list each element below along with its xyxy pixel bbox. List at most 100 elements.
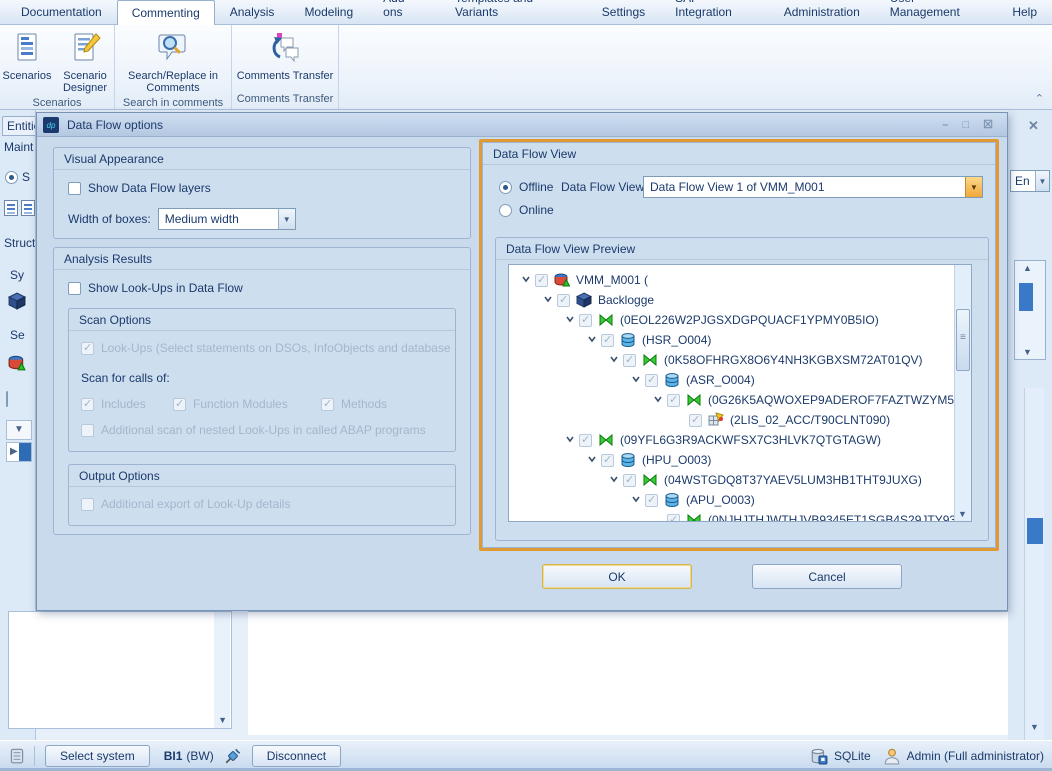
online-radio-row[interactable]: Online	[499, 203, 554, 217]
tree-checkbox[interactable]	[601, 454, 614, 467]
show-lookups-checkbox[interactable]	[68, 282, 81, 295]
background-checkbox[interactable]	[6, 392, 8, 406]
offline-radio-row[interactable]: Offline	[499, 180, 553, 194]
expander-chevron-icon[interactable]	[627, 373, 645, 387]
expander-chevron-icon[interactable]	[605, 353, 623, 367]
expander-chevron-icon[interactable]	[561, 433, 579, 447]
chevron-down-icon[interactable]: ▼	[278, 209, 295, 229]
menu-tab-add-ons[interactable]: Add-ons	[368, 0, 440, 24]
scroll-thumb[interactable]	[1027, 518, 1043, 544]
show-data-flow-layers-checkbox[interactable]	[68, 182, 81, 195]
expander-chevron-icon[interactable]	[583, 453, 601, 467]
group-title: Data Flow View	[483, 143, 995, 165]
tree-checkbox[interactable]	[579, 434, 592, 447]
online-radio[interactable]	[499, 204, 512, 217]
width-of-boxes-combobox[interactable]: Medium width ▼	[158, 208, 296, 230]
expander-chevron-icon[interactable]	[583, 333, 601, 347]
selected-row[interactable]: ▶	[6, 442, 32, 462]
scroll-thumb[interactable]	[1019, 283, 1033, 311]
scroll-down-icon[interactable]: ▼	[958, 509, 967, 519]
scenario-designer-button[interactable]: Scenario Designer	[56, 29, 114, 97]
tree-row[interactable]: Backlogge	[509, 290, 954, 310]
tree-checkbox[interactable]	[601, 334, 614, 347]
scroll-thumb[interactable]	[956, 309, 970, 371]
preview-scrollbar[interactable]: ▼	[954, 265, 971, 521]
tree-checkbox[interactable]	[623, 354, 636, 367]
search-replace-in-comments-button[interactable]: Search/Replace in Comments	[115, 29, 231, 97]
document-icon[interactable]	[21, 200, 35, 216]
tree-checkbox[interactable]	[645, 374, 658, 387]
chevron-down-icon[interactable]: ▼	[965, 177, 982, 197]
disconnect-button[interactable]: Disconnect	[252, 745, 341, 767]
tree-checkbox[interactable]	[623, 474, 636, 487]
tree-checkbox[interactable]	[667, 394, 680, 407]
menu-tab-sap-integration[interactable]: SAP Integration	[660, 0, 769, 24]
tree-checkbox[interactable]	[535, 274, 548, 287]
tree-row[interactable]: (0NJHJTHJWTHJVB9345ET1SGB4S29JTY93)	[509, 510, 954, 522]
dialog-title-bar[interactable]: dp Data Flow options – □ ☒	[37, 113, 1007, 137]
tree-checkbox[interactable]	[667, 514, 680, 523]
tree-row[interactable]: (HPU_O003)	[509, 450, 954, 470]
analysis-results-group: Analysis Results Show Look-Ups in Data F…	[53, 247, 471, 535]
close-icon[interactable]: ✕	[1028, 118, 1039, 134]
chevron-down-icon[interactable]: ▼	[1035, 171, 1049, 191]
tree-row[interactable]: (0G26K5AQWOXEP9ADEROF7FAZTWZYM51M)	[509, 390, 954, 410]
expander-chevron-icon[interactable]	[539, 293, 557, 307]
comments-transfer-button[interactable]: Comments Transfer	[232, 29, 338, 84]
menu-tab-settings[interactable]: Settings	[587, 0, 660, 24]
show-lookups-row[interactable]: Show Look-Ups in Data Flow	[68, 281, 243, 295]
tree-row[interactable]: (0EOL226W2PJGSXDGPQUACF1YPMY0B5IO)	[509, 310, 954, 330]
tree-row[interactable]: (HSR_O004)	[509, 330, 954, 350]
tree-row[interactable]: (0K58OFHRGX8O6Y4NH3KGBXSM72AT01QV)	[509, 350, 954, 370]
menu-tab-documentation[interactable]: Documentation	[6, 0, 117, 24]
tree-checkbox[interactable]	[579, 314, 592, 327]
expander-chevron-icon[interactable]	[561, 313, 579, 327]
menu-tab-templates-and-variants[interactable]: Templates and Variants	[440, 0, 587, 24]
tree-row[interactable]: (09YFL6G3R9ACKWFSX7C3HLVK7QTGTAGW)	[509, 430, 954, 450]
background-radio[interactable]	[5, 171, 18, 184]
background-radio-row[interactable]: S	[5, 170, 30, 184]
menu-tab-administration[interactable]: Administration	[769, 0, 875, 24]
background-tab-entities[interactable]: Entitie	[2, 116, 36, 136]
menu-tab-user-management[interactable]: User Management	[875, 0, 998, 24]
select-system-button[interactable]: Select system	[45, 745, 150, 767]
show-data-flow-layers-row[interactable]: Show Data Flow layers	[68, 181, 211, 195]
scrollbar-track[interactable]	[214, 612, 230, 728]
scroll-down-icon[interactable]: ▼	[1030, 722, 1039, 732]
language-combobox[interactable]: En ▼	[1010, 170, 1050, 192]
expander-chevron-icon[interactable]	[605, 473, 623, 487]
tree-checkbox[interactable]	[557, 294, 570, 307]
tree-row[interactable]: (ASR_O004)	[509, 370, 954, 390]
scroll-up-icon[interactable]: ▲	[1023, 263, 1032, 273]
ribbon-button-label: Scenario Designer	[59, 70, 111, 95]
tree-row[interactable]: VMM_M001 (	[509, 270, 954, 290]
background-scrollbar[interactable]: ▼	[1024, 388, 1044, 740]
tree-row[interactable]: (APU_O003)	[509, 490, 954, 510]
ribbon-collapse-icon[interactable]: ⌃	[1035, 92, 1044, 105]
restore-icon[interactable]: □	[962, 118, 969, 132]
expander-chevron-icon[interactable]	[517, 273, 535, 287]
cancel-button[interactable]: Cancel	[752, 564, 902, 589]
scenarios-button[interactable]: Scenarios	[0, 29, 54, 84]
close-icon[interactable]: ☒	[983, 118, 993, 132]
scroll-down-icon[interactable]: ▼	[1023, 347, 1032, 357]
filter-row[interactable]: ▼	[6, 420, 32, 440]
checkbox-label: Additional export of Look-Up details	[101, 497, 290, 511]
menu-tab-analysis[interactable]: Analysis	[215, 0, 290, 24]
menu-tab-modeling[interactable]: Modeling	[289, 0, 368, 24]
document-icon[interactable]	[4, 200, 18, 216]
expander-chevron-icon[interactable]	[627, 493, 645, 507]
scroll-down-icon[interactable]: ▼	[218, 715, 227, 725]
tree-row[interactable]: (2LIS_02_ACC/T90CLNT090)	[509, 410, 954, 430]
tree-row[interactable]: (04WSTGDQ8T37YAEV5LUM3HB1THT9JUXG)	[509, 470, 954, 490]
menu-tab-commenting[interactable]: Commenting	[117, 0, 215, 25]
background-mini-scrollbar[interactable]: ▲ ▼	[1014, 260, 1046, 360]
menu-tab-help[interactable]: Help	[997, 0, 1052, 24]
tree-checkbox[interactable]	[689, 414, 702, 427]
minimize-icon[interactable]: –	[942, 118, 948, 132]
expander-chevron-icon[interactable]	[649, 393, 667, 407]
data-flow-view-combobox[interactable]: Data Flow View 1 of VMM_M001 ▼	[643, 176, 983, 198]
offline-radio[interactable]	[499, 181, 512, 194]
tree-checkbox[interactable]	[645, 494, 658, 507]
ok-button[interactable]: OK	[542, 564, 692, 589]
